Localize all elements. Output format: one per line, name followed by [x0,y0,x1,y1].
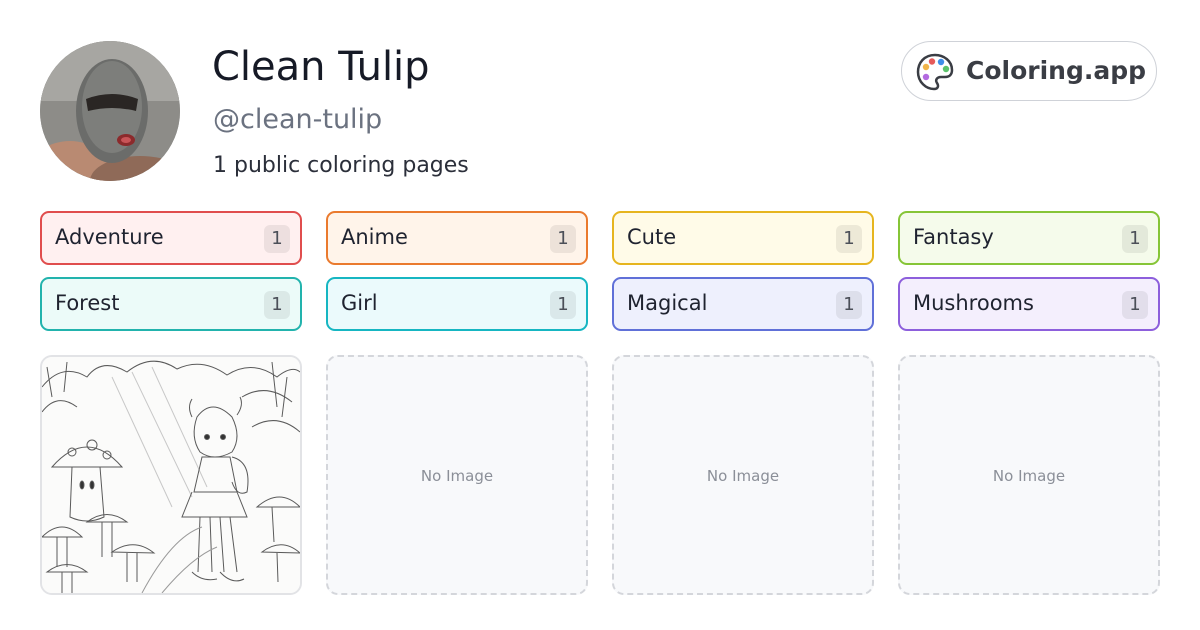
profile-handle: @clean-tulip [213,104,383,135]
tag-count-badge: 1 [1122,225,1148,253]
tag-label: Anime [341,225,408,249]
tag-cute[interactable]: Cute 1 [612,211,874,265]
avatar-photo [40,41,180,181]
tag-count-badge: 1 [836,291,862,319]
tag-label: Girl [341,291,378,315]
tag-label: Mushrooms [913,291,1034,315]
tag-mushrooms[interactable]: Mushrooms 1 [898,277,1160,331]
tag-count-badge: 1 [550,225,576,253]
tag-count-badge: 1 [550,291,576,319]
no-image-text: No Image [420,467,494,485]
tag-label: Forest [55,291,120,315]
tag-forest[interactable]: Forest 1 [40,277,302,331]
public-pages-count: 1 public coloring pages [213,153,469,178]
tag-girl[interactable]: Girl 1 [326,277,588,331]
tag-magical[interactable]: Magical 1 [612,277,874,331]
brand-label: Coloring.app [966,56,1147,85]
tag-count-badge: 1 [264,225,290,253]
tag-fantasy[interactable]: Fantasy 1 [898,211,1160,265]
palette-icon [916,53,954,91]
no-image-text: No Image [706,467,780,485]
no-image-text: No Image [992,467,1066,485]
tag-count-badge: 1 [836,225,862,253]
coloring-page-thumbnail [42,357,300,593]
tag-adventure[interactable]: Adventure 1 [40,211,302,265]
brand-link[interactable]: Coloring.app [901,41,1157,101]
profile-name: Clean Tulip [212,44,430,90]
empty-card: No Image [612,355,874,595]
empty-card: No Image [898,355,1160,595]
tag-label: Magical [627,291,708,315]
avatar[interactable] [40,41,180,181]
coloring-page-card[interactable] [40,355,302,595]
tag-count-badge: 1 [1122,291,1148,319]
tag-count-badge: 1 [264,291,290,319]
tag-label: Fantasy [913,225,994,249]
tag-label: Adventure [55,225,164,249]
tag-anime[interactable]: Anime 1 [326,211,588,265]
tag-label: Cute [627,225,677,249]
empty-card: No Image [326,355,588,595]
